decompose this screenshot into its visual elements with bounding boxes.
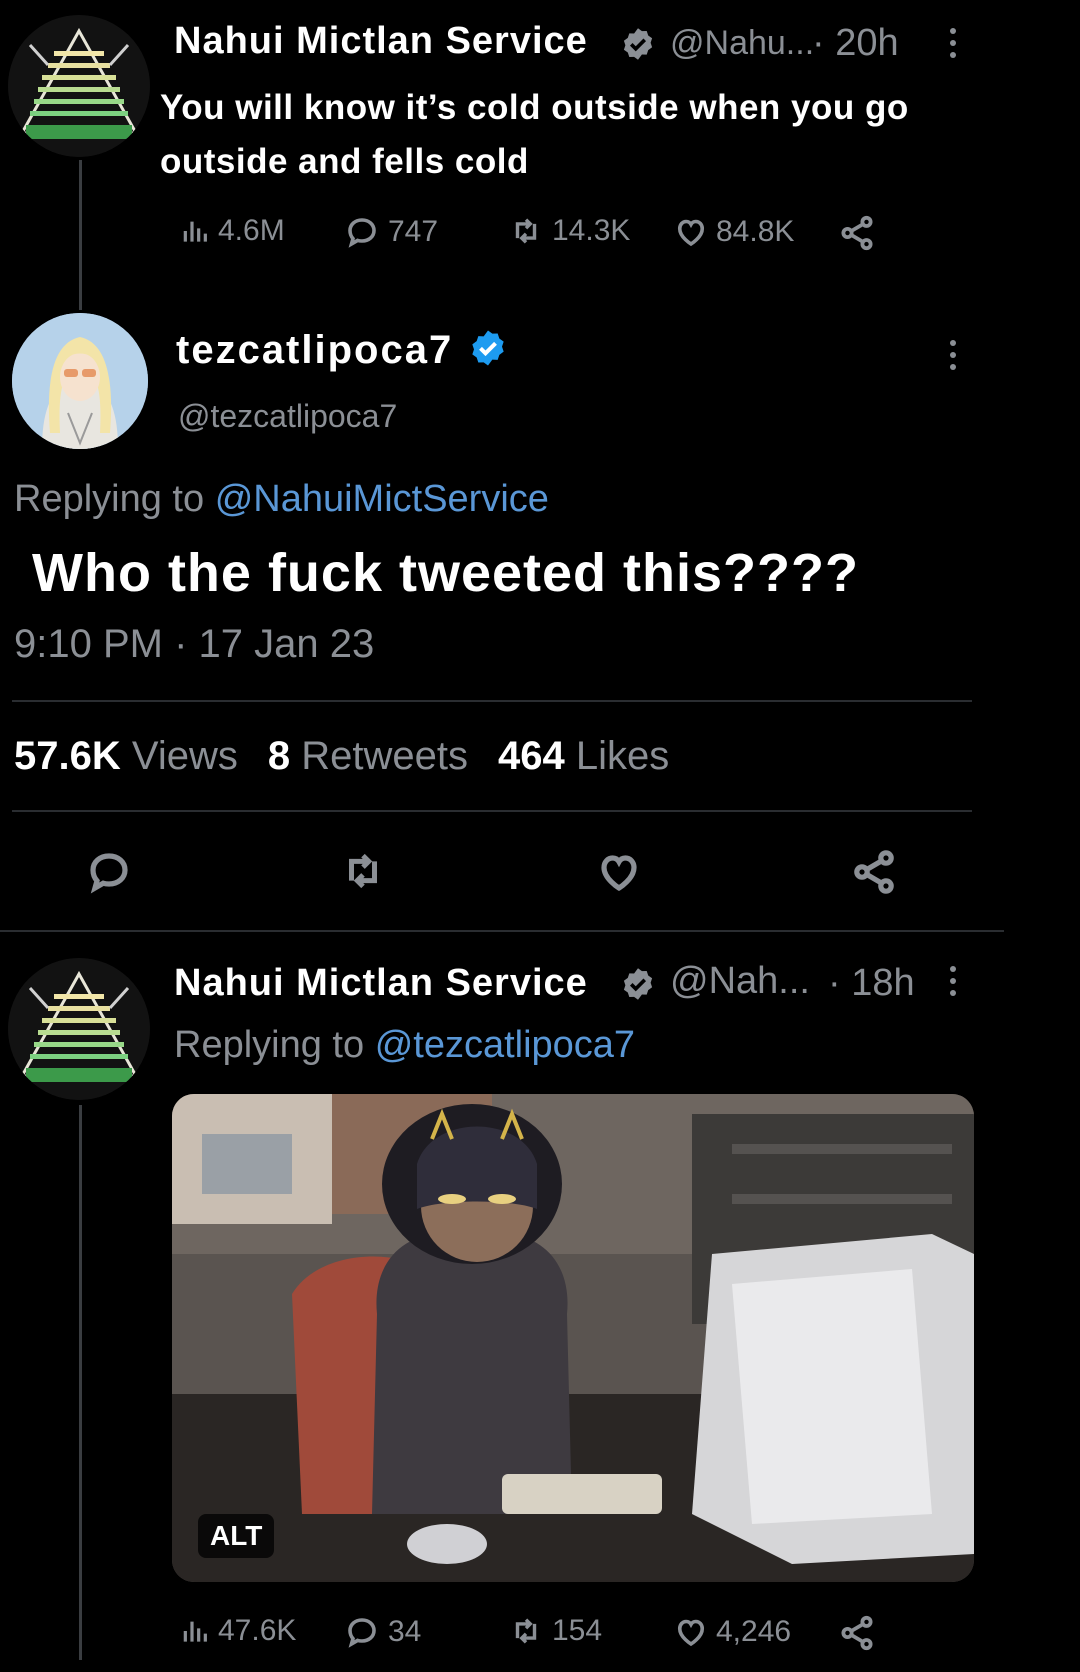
tweet3-replying-to: Replying to @tezcatlipoca7: [174, 1024, 635, 1067]
tweet3-handle[interactable]: @Nah...: [670, 960, 810, 1003]
tweet3-display-name[interactable]: Nahui Mictlan Service: [174, 962, 588, 1005]
retweet-icon: [349, 853, 377, 889]
divider: [0, 930, 1004, 932]
pyramid-logo-icon: [8, 15, 150, 157]
retweets-label: Retweets: [301, 734, 468, 778]
reply-icon: [90, 853, 128, 894]
tweet3-media-image[interactable]: ALT: [172, 1094, 974, 1582]
more-options-icon[interactable]: [950, 966, 956, 996]
tweet1-handle[interactable]: @Nahu...: [670, 24, 814, 63]
tweet3-views-count: 47.6K: [218, 1614, 297, 1647]
replying-handle-link[interactable]: @tezcatlipoca7: [375, 1024, 635, 1066]
verified-badge-icon: [620, 26, 656, 62]
tweet1-display-name[interactable]: Nahui Mictlan Service: [174, 20, 588, 63]
tweet1-views[interactable]: 4.6M: [180, 214, 285, 248]
tweet3-retweets-count: 154: [552, 1614, 603, 1647]
tweet1-time[interactable]: · 20h: [812, 22, 899, 65]
reply-icon: [348, 218, 376, 248]
anime-computer-image: [172, 1094, 974, 1582]
retweets-stat[interactable]: 8 Retweets: [268, 734, 468, 779]
tweet3-retweets[interactable]: 154: [506, 1614, 602, 1648]
like-button[interactable]: [594, 848, 644, 896]
tweet1-replies-count: 747: [388, 215, 439, 248]
likes-label: Likes: [575, 734, 670, 778]
share-icon: [841, 1615, 873, 1651]
tweet2-handle[interactable]: @tezcatlipoca7: [178, 398, 397, 435]
replying-prefix: Replying to: [174, 1024, 365, 1066]
tweet1-views-count: 4.6M: [218, 214, 285, 247]
tweet3-replies-count: 34: [388, 1615, 422, 1648]
tweet1-likes-count: 84.8K: [716, 215, 795, 248]
retweet-icon: [515, 1618, 537, 1644]
share-icon: [854, 850, 894, 894]
pyramid-logo-icon: [8, 958, 150, 1100]
tweet3-share[interactable]: [838, 1614, 876, 1652]
avatar-nahui-1[interactable]: [8, 15, 150, 157]
views-stat[interactable]: 57.6K Views: [14, 734, 238, 779]
anime-avatar-icon: [12, 313, 148, 449]
tweet2-display-name[interactable]: tezcatlipoca7: [176, 328, 453, 373]
heart-icon: [677, 219, 705, 247]
tweet1-replies[interactable]: 747: [342, 214, 438, 250]
avatar-tezcatlipoca7[interactable]: [12, 313, 148, 449]
analytics-icon: [183, 1621, 207, 1642]
alt-text-badge[interactable]: ALT: [198, 1514, 275, 1558]
reply-button[interactable]: [84, 848, 134, 896]
share-icon: [841, 215, 873, 251]
retweet-icon: [515, 218, 537, 244]
tweet1-retweets[interactable]: 14.3K: [506, 214, 630, 248]
verified-badge-icon: [468, 328, 508, 368]
avatar-nahui-2[interactable]: [8, 958, 150, 1100]
tweet1-likes[interactable]: 84.8K: [672, 214, 794, 250]
more-options-icon[interactable]: [950, 28, 956, 58]
retweet-button[interactable]: [336, 848, 390, 894]
verified-badge-icon: [620, 966, 656, 1002]
divider: [12, 810, 972, 812]
thread-line-1: [79, 160, 82, 310]
replying-prefix: Replying to: [14, 478, 205, 520]
heart-icon: [677, 1619, 705, 1647]
views-count: 57.6K: [14, 734, 121, 778]
tweet3-likes-count: 4,246: [716, 1615, 792, 1648]
tweet3-views[interactable]: 47.6K: [180, 1614, 296, 1648]
tweet2-timestamp[interactable]: 9:10 PM · 17 Jan 23: [14, 622, 374, 667]
thread-line-2: [79, 1105, 82, 1660]
tweet3-replies[interactable]: 34: [342, 1614, 421, 1650]
tweet2-text: Who the fuck tweeted this????: [32, 543, 859, 603]
divider: [12, 700, 972, 702]
tweet3-time[interactable]: · 18h: [828, 962, 915, 1005]
tweet1-retweets-count: 14.3K: [552, 214, 631, 247]
share-button[interactable]: [850, 848, 898, 896]
tweet3-likes[interactable]: 4,246: [672, 1614, 791, 1650]
reply-icon: [348, 1618, 376, 1648]
retweets-count: 8: [267, 734, 291, 778]
replying-handle-link[interactable]: @NahuiMictService: [215, 478, 549, 520]
tweet1-share[interactable]: [838, 214, 876, 252]
tweet2-engagement-row: 57.6K Views 8 Retweets 464 Likes: [14, 734, 669, 779]
likes-count: 464: [497, 734, 565, 778]
views-label: Views: [131, 734, 238, 778]
analytics-icon: [183, 221, 207, 242]
likes-stat[interactable]: 464 Likes: [498, 734, 669, 779]
tweet1-text-line1: You will know it’s cold outside when you…: [160, 88, 909, 127]
tweet2-replying-to: Replying to @NahuiMictService: [14, 478, 549, 521]
heart-icon: [601, 855, 637, 892]
more-options-icon[interactable]: [950, 340, 956, 370]
tweet1-text-line2: outside and fells cold: [160, 142, 529, 181]
